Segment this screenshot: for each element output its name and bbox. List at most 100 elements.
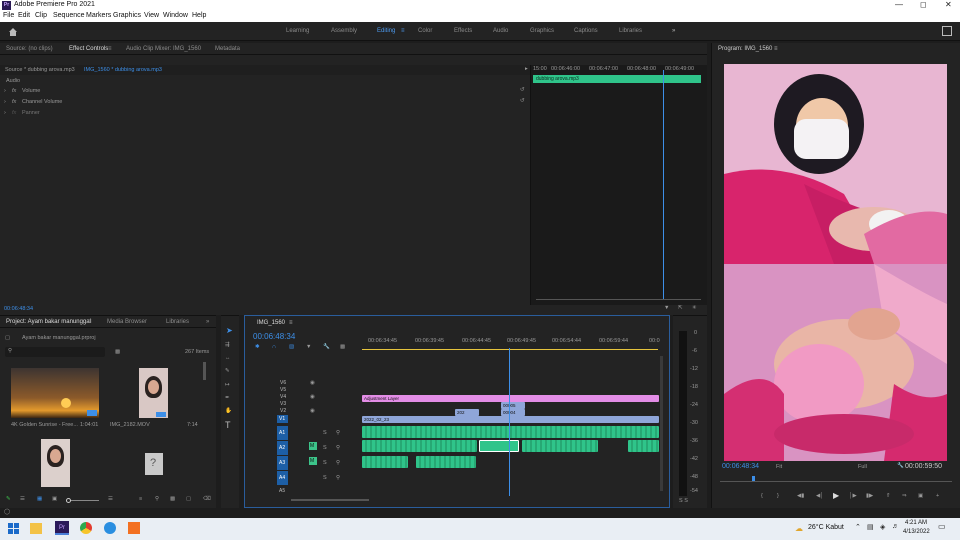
menu-window[interactable]: Window <box>163 12 188 19</box>
pen-icon[interactable]: ✒ <box>225 395 230 401</box>
slip-icon[interactable]: ↦ <box>225 382 230 388</box>
nest-icon[interactable]: ✱ <box>255 344 260 350</box>
pencil-icon[interactable]: ✎ <box>6 496 11 502</box>
menu-view[interactable]: View <box>144 12 159 19</box>
lift-icon[interactable]: ⇑ <box>886 493 891 499</box>
razor-icon[interactable]: ✎ <box>225 368 230 374</box>
workspace-color[interactable]: Color <box>418 28 432 34</box>
new-item-icon[interactable]: ▢ <box>186 496 191 502</box>
menu-markers[interactable]: Markers <box>86 12 111 19</box>
fit-select[interactable]: Fit <box>776 464 782 470</box>
program-playhead[interactable] <box>752 476 755 481</box>
expand-icon[interactable]: › <box>4 110 6 116</box>
a2-audio-clip-selected[interactable] <box>479 440 519 452</box>
play-icon[interactable]: ▶ <box>833 491 839 500</box>
source-label[interactable]: Source * dubbing arova.mp3 <box>5 67 75 73</box>
workspace-audio[interactable]: Audio <box>493 28 508 34</box>
tab-project[interactable]: Project: Ayam bakar manunggal <box>6 319 91 325</box>
edge-icon[interactable] <box>104 522 116 534</box>
sort-icon[interactable]: ☰ <box>108 496 113 502</box>
effect-timeline[interactable]: ▸ 15:00 00:06:46:00 00:06:47:00 00:06:48… <box>525 65 707 305</box>
mute-button[interactable]: M <box>309 442 317 450</box>
eye-icon[interactable]: ◉ <box>310 394 315 400</box>
timeline-ruler[interactable]: 00:06:34:45 00:06:39:45 00:06:44:45 00:0… <box>362 336 662 352</box>
go-to-in-icon[interactable]: ◀▮ <box>797 493 804 499</box>
tab-audio-clip-mixer[interactable]: Audio Clip Mixer: IMG_1560 <box>126 46 201 52</box>
track-v4[interactable]: V4 <box>280 394 286 400</box>
solo-button[interactable]: S <box>323 460 327 466</box>
weather-text[interactable]: 26°C Kabut <box>808 524 844 531</box>
linked-selection-icon[interactable]: ▧ <box>289 344 294 350</box>
workspace-menu-icon[interactable]: ≡ <box>401 28 405 34</box>
a3-audio-clip[interactable] <box>416 456 476 468</box>
timeline-playhead[interactable] <box>509 348 510 496</box>
search-icon[interactable]: ⚲ <box>155 496 159 502</box>
notification-icon[interactable]: ▭ <box>938 522 946 531</box>
solo-button[interactable]: S <box>323 475 327 481</box>
thumbnail-3[interactable] <box>41 439 70 487</box>
v3-clip[interactable]: 00005 <box>501 402 525 409</box>
type-tool-icon[interactable]: T <box>225 420 231 430</box>
maximize-icon[interactable]: ◻ <box>920 0 927 9</box>
mic-icon[interactable]: ⚲ <box>336 445 340 451</box>
mic-icon[interactable]: ⚲ <box>336 430 340 436</box>
sequence-label[interactable]: IMG_1560 * dubbing arova.mp3 <box>84 67 162 73</box>
tab-libraries[interactable]: Libraries <box>166 319 189 325</box>
effect-playhead[interactable] <box>663 70 664 300</box>
wrench-icon[interactable]: 🔧 <box>897 463 904 469</box>
mute-button[interactable]: M <box>309 457 317 465</box>
icon-view-icon[interactable]: ▦ <box>37 496 42 502</box>
menu-clip[interactable]: Clip <box>35 12 47 19</box>
tab-media-browser[interactable]: Media Browser <box>107 319 147 325</box>
timeline-tracks[interactable]: Adjustment Layer 202 00005 00004 2022_02… <box>362 348 659 496</box>
effect-row-volume[interactable]: › fx Volume ↺ <box>0 86 530 97</box>
program-video-frame[interactable] <box>724 64 947 461</box>
hand-icon[interactable]: ✋ <box>225 408 232 414</box>
program-scrubber[interactable] <box>720 476 952 482</box>
premiere-taskbar-icon[interactable]: Pr <box>55 521 69 535</box>
tab-source[interactable]: Source: (no clips) <box>6 46 53 52</box>
list-view-icon[interactable]: ☰ <box>20 496 25 502</box>
program-timecode[interactable]: 00:06:48:34 <box>722 463 759 470</box>
filter-icon[interactable]: ▼ <box>664 305 669 311</box>
track-a1[interactable]: A1 <box>277 426 288 440</box>
menu-edit[interactable]: Edit <box>18 12 30 19</box>
track-a5[interactable]: A5 <box>279 488 285 494</box>
track-v6[interactable]: V6 <box>280 380 286 386</box>
reset-icon[interactable]: ↺ <box>520 98 525 104</box>
a2-audio-clip[interactable] <box>628 440 659 452</box>
timeline-vertical-scrollbar[interactable] <box>660 356 663 491</box>
adjustment-layer-clip[interactable]: Adjustment Layer <box>362 395 659 402</box>
tab-menu-icon[interactable]: ≡ <box>88 319 92 325</box>
tab-metadata[interactable]: Metadata <box>215 46 240 52</box>
timeline-timecode[interactable]: 00:06:48:34 <box>253 332 295 341</box>
clock-date[interactable]: 4/13/2022 <box>903 529 930 535</box>
solo-button[interactable]: S <box>323 430 327 436</box>
tab-effect-controls[interactable]: Effect Controls <box>69 46 108 52</box>
track-v1-target[interactable]: V1 <box>277 415 288 423</box>
effect-clip-bar[interactable]: dubbing arova.mp3 <box>533 75 701 83</box>
work-area-bar[interactable] <box>362 349 658 350</box>
trash-icon[interactable]: ⌫ <box>203 496 211 502</box>
menu-graphics[interactable]: Graphics <box>113 12 141 19</box>
v1-clip-track[interactable]: 2022_02_23 <box>362 416 659 423</box>
a3-audio-clip[interactable] <box>362 456 408 468</box>
menu-sequence[interactable]: Sequence <box>53 12 85 19</box>
home-icon[interactable] <box>8 27 18 36</box>
expand-icon[interactable]: › <box>4 99 6 105</box>
add-button-icon[interactable]: + <box>936 493 939 499</box>
track-v2[interactable]: V2 <box>280 408 286 414</box>
zoom-slider[interactable] <box>66 498 99 503</box>
mic-icon[interactable]: ⚲ <box>336 475 340 481</box>
thumbnail-img-2182[interactable] <box>139 368 168 418</box>
a2-audio-clip[interactable] <box>522 440 598 452</box>
go-to-out-icon[interactable]: ▮▶ <box>866 493 873 499</box>
solo-button[interactable]: S <box>323 445 327 451</box>
step-forward-icon[interactable]: │▶ <box>849 493 857 499</box>
extract-icon[interactable]: ⇒ <box>902 493 907 499</box>
tab-menu-icon[interactable]: ≡ <box>108 46 112 52</box>
workspace-captions[interactable]: Captions <box>574 28 598 34</box>
timeline-horizontal-scrollbar[interactable] <box>291 499 369 501</box>
quality-select[interactable]: Full <box>858 464 867 470</box>
play-icon[interactable]: ▸ <box>525 66 528 72</box>
